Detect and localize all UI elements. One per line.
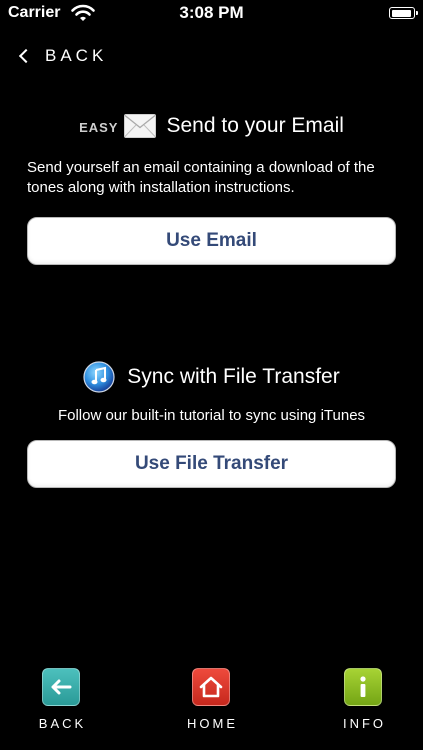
back-link[interactable]: BACK: [18, 46, 107, 66]
email-section-description: Send yourself an email containing a down…: [27, 159, 375, 196]
chevron-left-icon: [18, 48, 34, 64]
transfer-section-title: Sync with File Transfer: [127, 365, 340, 388]
tab-back[interactable]: BACK: [21, 668, 101, 731]
transfer-section-heading: Sync with File Transfer: [0, 361, 423, 393]
itunes-icon: [83, 361, 115, 393]
email-section-title: Send to your Email: [166, 114, 344, 137]
back-link-label: BACK: [45, 46, 108, 65]
tab-home[interactable]: HOME: [171, 668, 251, 731]
tab-info-label: INFO: [342, 716, 387, 731]
easy-badge: EASY: [79, 120, 119, 135]
status-time: 3:08 PM: [179, 3, 244, 22]
back-arrow-icon: [42, 668, 80, 706]
email-section-heading: EASY Send to your Email: [0, 114, 423, 138]
transfer-section-description: Follow our built-in tutorial to sync usi…: [57, 407, 366, 424]
tab-home-label: HOME: [187, 716, 238, 731]
tab-back-label: BACK: [38, 716, 87, 731]
use-email-button[interactable]: Use Email: [27, 217, 396, 265]
home-icon: [192, 668, 230, 706]
tab-info[interactable]: INFO: [323, 668, 403, 731]
envelope-icon: [124, 114, 157, 138]
status-bar: Carrier 3:08 PM: [0, 0, 423, 28]
use-file-transfer-button[interactable]: Use File Transfer: [27, 440, 396, 488]
battery-icon: [389, 7, 418, 19]
battery-level: [391, 9, 412, 17]
info-icon: [344, 668, 382, 706]
